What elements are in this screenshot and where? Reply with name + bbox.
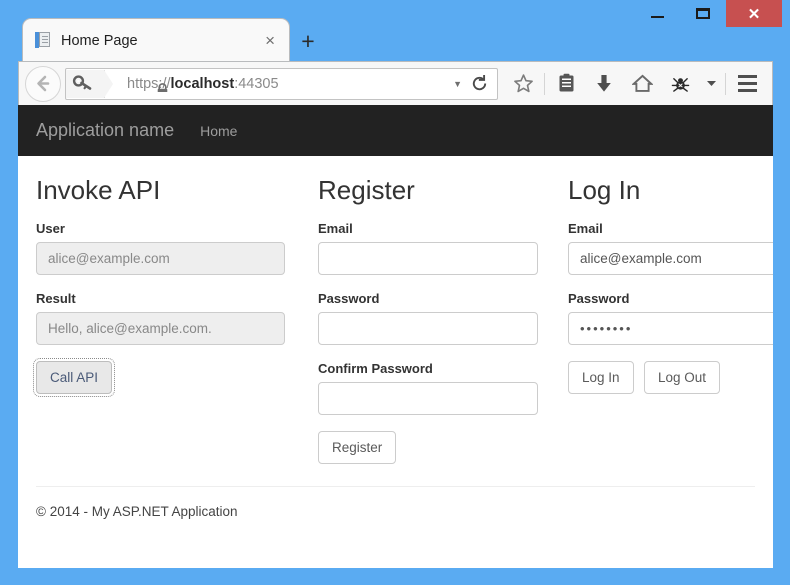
url-host: localhost — [170, 75, 235, 92]
result-input[interactable] — [36, 311, 285, 345]
register-password-input[interactable] — [318, 311, 538, 345]
home-icon[interactable] — [623, 67, 661, 101]
footer-copyright: © 2014 - My ASP.NET Application — [36, 503, 238, 519]
content-body: Invoke API User Result Call API Register… — [18, 156, 773, 464]
url-text[interactable]: https://localhost:44305 — [105, 76, 446, 92]
back-button[interactable] — [25, 65, 61, 102]
key-icon — [72, 74, 92, 90]
url-bar[interactable]: https://localhost:44305 ▼ — [65, 67, 498, 100]
tab-strip: Home Page × + — [22, 18, 326, 62]
register-email-label: Email — [318, 220, 353, 236]
minimize-icon — [650, 16, 664, 18]
column-register: Register Email Password Confirm Password… — [318, 176, 538, 464]
browser-window: ✕ Home Page × + https://localhost:44305 … — [0, 0, 790, 585]
log-in-button[interactable]: Log In — [568, 360, 634, 394]
close-icon: ✕ — [747, 5, 761, 23]
register-heading: Register — [318, 175, 415, 205]
tab-title: Home Page — [61, 32, 138, 49]
new-tab-button[interactable]: + — [290, 24, 326, 62]
overflow-chevron-icon[interactable] — [699, 67, 723, 101]
result-label: Result — [36, 290, 76, 306]
register-confirm-password-input[interactable] — [318, 381, 538, 415]
call-api-button[interactable]: Call API — [32, 357, 116, 397]
column-invoke-api: Invoke API User Result Call API — [32, 175, 285, 397]
document-favicon-icon — [35, 32, 51, 49]
firebug-icon[interactable] — [661, 67, 699, 101]
columns-row: Invoke API User Result Call API Register… — [32, 175, 773, 464]
maximize-button[interactable] — [680, 0, 726, 27]
url-port: :44305 — [234, 75, 279, 92]
tab-close-icon[interactable]: × — [261, 32, 279, 49]
window-title-bar: ✕ Home Page × + — [0, 0, 790, 62]
user-input[interactable] — [36, 241, 285, 275]
window-controls: ✕ — [634, 0, 782, 28]
minimize-button[interactable] — [634, 0, 680, 27]
close-window-button[interactable]: ✕ — [726, 0, 782, 27]
url-history-dropdown-icon[interactable]: ▼ — [446, 79, 469, 89]
log-out-button[interactable]: Log Out — [644, 360, 721, 394]
login-password-input[interactable] — [568, 311, 773, 345]
register-button[interactable]: Register — [318, 430, 397, 464]
toolbar-divider-2 — [725, 72, 726, 95]
navbar-brand[interactable]: Application name — [36, 120, 174, 141]
browser-navigation-toolbar: https://localhost:44305 ▼ — [18, 61, 773, 106]
back-arrow-icon — [36, 75, 49, 92]
register-confirm-password-label: Confirm Password — [318, 360, 433, 376]
user-label: User — [36, 220, 65, 236]
navbar-link-home[interactable]: Home — [200, 123, 237, 139]
register-email-input[interactable] — [318, 241, 538, 275]
reader-list-icon[interactable] — [547, 67, 585, 101]
reload-icon — [472, 75, 487, 91]
page-content: Application name Home Invoke API User Re… — [18, 105, 773, 568]
log-in-heading: Log In — [568, 175, 641, 205]
tab-home-page[interactable]: Home Page × — [22, 18, 290, 62]
site-navbar: Application name Home — [18, 105, 773, 156]
lock-icon — [157, 82, 168, 92]
site-identity-box[interactable] — [66, 69, 113, 98]
invoke-api-heading: Invoke API — [36, 175, 161, 205]
login-email-label: Email — [568, 220, 603, 236]
bookmark-star-icon[interactable] — [504, 67, 542, 101]
register-password-label: Password — [318, 290, 380, 306]
reload-button[interactable] — [469, 75, 497, 92]
login-email-input[interactable] — [568, 241, 773, 275]
toolbar-divider — [544, 72, 545, 95]
column-log-in: Log In Email Password Log In Log Out — [568, 176, 773, 394]
hamburger-menu-icon[interactable] — [728, 67, 766, 101]
login-password-label: Password — [568, 290, 630, 306]
download-icon[interactable] — [585, 67, 623, 101]
maximize-icon — [696, 8, 710, 19]
